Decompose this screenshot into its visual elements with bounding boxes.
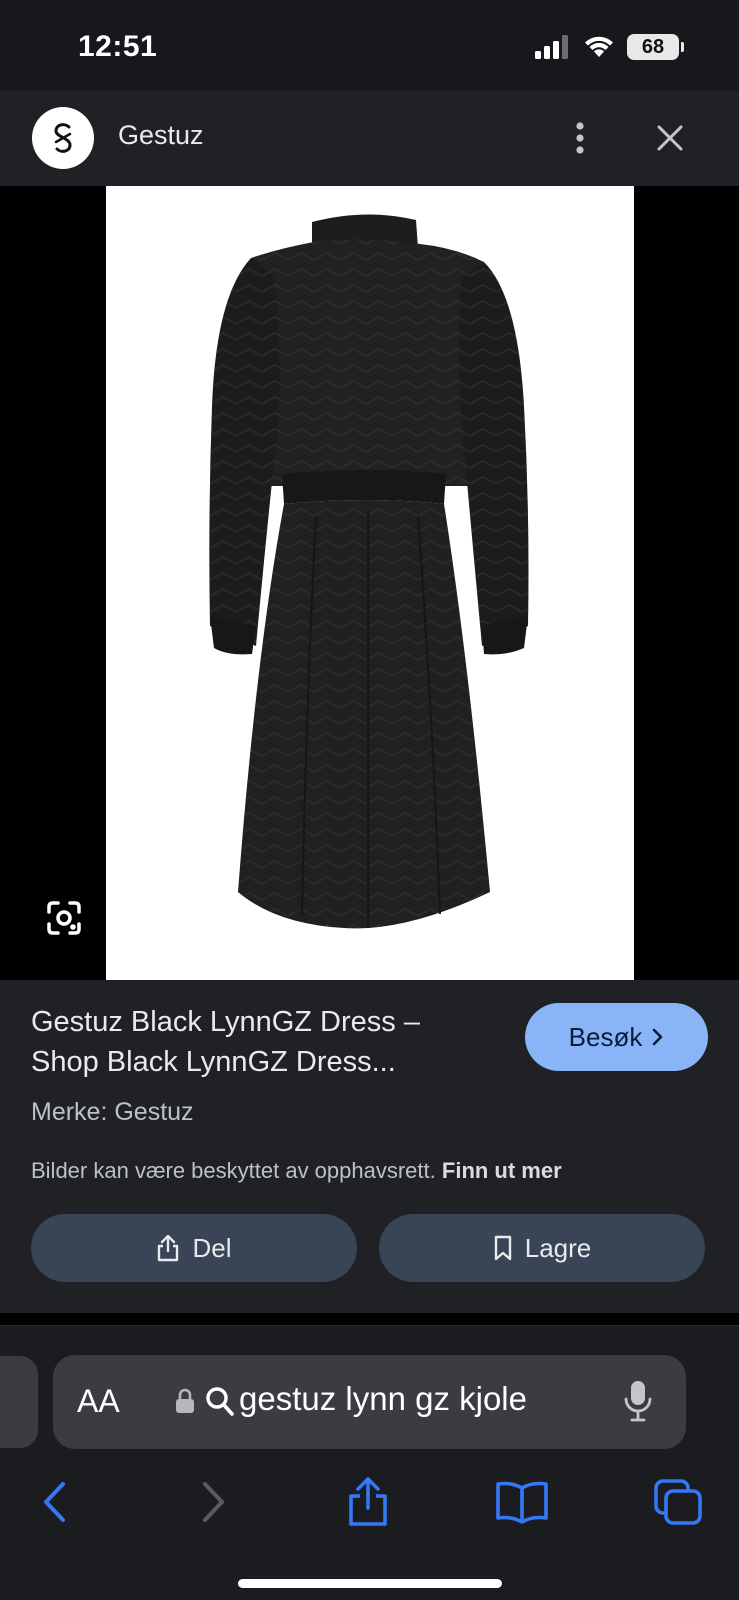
share-page-button[interactable] bbox=[338, 1474, 398, 1530]
forward-icon bbox=[203, 1482, 224, 1522]
google-lens-icon bbox=[47, 901, 81, 935]
tabs-icon bbox=[654, 1479, 702, 1525]
text-size-button[interactable]: AA bbox=[77, 1383, 120, 1420]
bookmark-icon bbox=[494, 1235, 511, 1261]
dress-illustration bbox=[209, 214, 529, 929]
address-bar[interactable]: AA gestuz lynn gz kjole bbox=[53, 1355, 686, 1449]
divider bbox=[0, 1313, 739, 1325]
more-options-button[interactable] bbox=[560, 112, 600, 164]
safari-share-icon bbox=[349, 1477, 387, 1526]
more-vert-icon bbox=[576, 122, 584, 154]
product-title-line-2: Shop Black LynnGZ Dress... bbox=[31, 1046, 396, 1078]
forward-button[interactable] bbox=[184, 1474, 244, 1530]
previous-tab-peek[interactable] bbox=[0, 1356, 38, 1448]
save-button[interactable]: Lagre bbox=[379, 1214, 705, 1282]
mic-icon[interactable] bbox=[623, 1379, 653, 1423]
text-size-label: AA bbox=[77, 1383, 120, 1419]
search-icon bbox=[206, 1387, 234, 1416]
bookmarks-icon bbox=[496, 1481, 548, 1524]
copyright-notice: Bilder kan være beskyttet av opphavsrett… bbox=[31, 1158, 562, 1184]
back-icon bbox=[44, 1482, 65, 1522]
home-indicator[interactable] bbox=[238, 1579, 502, 1588]
address-text[interactable]: gestuz lynn gz kjole bbox=[239, 1380, 527, 1418]
lock-icon bbox=[176, 1388, 194, 1413]
status-indicators: 68 bbox=[535, 34, 684, 60]
product-image[interactable] bbox=[106, 186, 634, 980]
close-icon bbox=[657, 125, 683, 151]
signal-icon bbox=[535, 35, 568, 59]
source-header: Gestuz bbox=[0, 90, 739, 186]
result-info-panel: Gestuz Black LynnGZ Dress – Shop Black L… bbox=[0, 980, 739, 1313]
copyright-text: Bilder kan være beskyttet av opphavsrett… bbox=[31, 1158, 436, 1183]
share-button-label: Del bbox=[192, 1232, 232, 1263]
visit-button[interactable]: Besøk bbox=[525, 1003, 708, 1071]
source-name[interactable]: Gestuz bbox=[118, 120, 204, 151]
tabs-button[interactable] bbox=[648, 1474, 708, 1530]
status-bar: 12:51 68 bbox=[0, 0, 739, 90]
google-lens-button[interactable] bbox=[40, 894, 88, 942]
learn-more-link[interactable]: Finn ut mer bbox=[442, 1158, 562, 1183]
product-title-line-1: Gestuz Black LynnGZ Dress – bbox=[31, 1006, 420, 1038]
navigation-row bbox=[0, 1466, 739, 1536]
product-title[interactable]: Gestuz Black LynnGZ Dress – Shop Black L… bbox=[31, 1002, 511, 1082]
status-time: 12:51 bbox=[78, 30, 158, 63]
share-icon bbox=[158, 1234, 179, 1262]
close-button[interactable] bbox=[648, 112, 692, 164]
image-viewer bbox=[0, 186, 739, 980]
save-button-label: Lagre bbox=[524, 1232, 592, 1263]
visit-button-label: Besøk bbox=[568, 1021, 643, 1052]
share-button[interactable]: Del bbox=[31, 1214, 357, 1282]
gestuz-logo-icon bbox=[54, 123, 72, 153]
chevron-right-icon bbox=[653, 1028, 663, 1046]
battery-icon: 68 bbox=[627, 34, 684, 60]
bookmarks-button[interactable] bbox=[492, 1474, 552, 1530]
source-logo[interactable] bbox=[32, 107, 94, 169]
browser-toolbar: AA gestuz lynn gz kjole bbox=[0, 1325, 739, 1600]
back-button[interactable] bbox=[24, 1474, 84, 1530]
wifi-icon bbox=[585, 36, 613, 57]
battery-level: 68 bbox=[641, 35, 665, 58]
brand-label: Merke: Gestuz bbox=[31, 1098, 194, 1126]
